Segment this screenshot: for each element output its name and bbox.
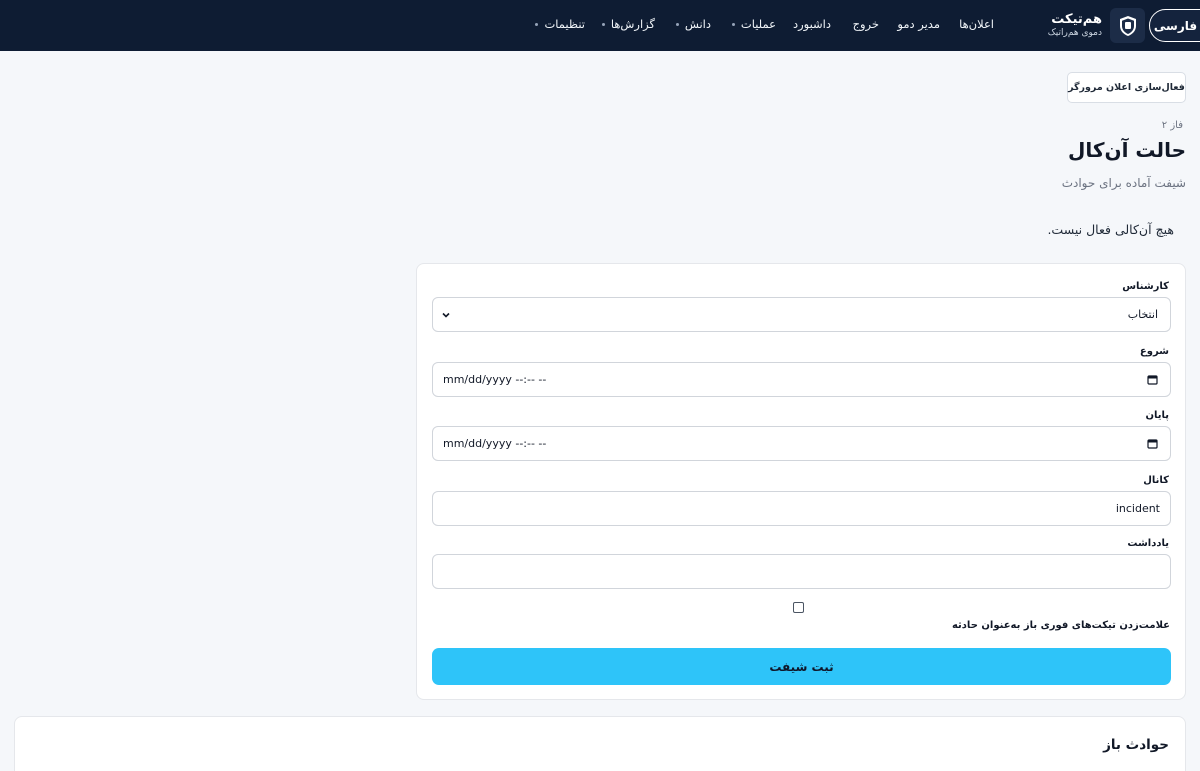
end-label: پایان [1145, 410, 1169, 421]
start-datetime-input[interactable]: mm/dd/yyyy --:-- -- [432, 362, 1171, 397]
nav-operations[interactable]: عملیات [731, 17, 776, 31]
chevron-down-icon [535, 23, 539, 26]
activate-browser-notifications-button[interactable]: فعال‌سازی اعلان مرورگر [1067, 72, 1186, 103]
nav-demo-admin[interactable]: مدیر دمو [897, 17, 940, 31]
empty-oncall-message: هیچ آن‌کالی فعال نیست. [1047, 222, 1174, 237]
nav-dashboard[interactable]: داشبورد [793, 17, 831, 31]
end-datetime-value: mm/dd/yyyy --:-- -- [443, 437, 547, 450]
calendar-icon[interactable] [1147, 374, 1158, 385]
shift-form-card: کارشناس انتخاب شروع mm/dd/yyyy --:-- -- … [416, 263, 1186, 700]
channel-label: کانال [1143, 475, 1169, 486]
brand-subtitle: دموی هم‌راتیک [1047, 28, 1102, 38]
language-button[interactable]: فارسی [1149, 9, 1200, 42]
page-subtitle: شیفت آماده برای حوادث [1061, 176, 1186, 190]
brand-title: هم‌تیکت [1051, 12, 1102, 27]
chevron-down-icon [731, 23, 735, 26]
brand[interactable]: هم‌تیکت دموی هم‌راتیک [1048, 12, 1102, 39]
phase-label: فاز ۲ [1161, 120, 1183, 131]
open-incidents-title: حوادث باز [1103, 737, 1169, 753]
nav-knowledge[interactable]: دانش [675, 17, 711, 31]
nav-settings[interactable]: تنظیمات [535, 17, 585, 31]
start-datetime-value: mm/dd/yyyy --:-- -- [443, 373, 547, 386]
start-label: شروع [1139, 346, 1169, 357]
note-input[interactable] [432, 554, 1171, 589]
end-datetime-input[interactable]: mm/dd/yyyy --:-- -- [432, 426, 1171, 461]
channel-value: incident [1115, 502, 1160, 515]
expert-label: کارشناس [1122, 281, 1169, 292]
logo[interactable] [1110, 8, 1145, 43]
page-title: حالت آن‌کال [1068, 138, 1186, 162]
expert-select-value: انتخاب [1127, 308, 1158, 321]
top-navbar: فارسی هم‌تیکت دموی هم‌راتیک اعلان‌ها مدی… [0, 0, 1200, 51]
calendar-icon[interactable] [1147, 438, 1158, 449]
shield-logo-icon [1119, 15, 1136, 36]
expert-select[interactable]: انتخاب [432, 297, 1171, 332]
submit-shift-button[interactable]: ثبت شیفت [432, 648, 1171, 685]
chevron-down-icon [675, 23, 679, 26]
chevron-down-icon [442, 312, 450, 318]
nav-notifications[interactable]: اعلان‌ها [959, 17, 994, 31]
channel-input[interactable]: incident [432, 491, 1171, 526]
note-label: یادداشت [1127, 538, 1169, 549]
open-incidents-card: حوادث باز [14, 716, 1186, 771]
chevron-down-icon [601, 23, 605, 26]
nav-reports[interactable]: گزارش‌ها [601, 17, 655, 31]
mark-incident-label: علامت‌زدن تیکت‌های فوری باز به‌عنوان حاد… [951, 620, 1170, 631]
mark-incident-checkbox[interactable] [793, 602, 804, 613]
nav-logout[interactable]: خروج [853, 17, 879, 31]
